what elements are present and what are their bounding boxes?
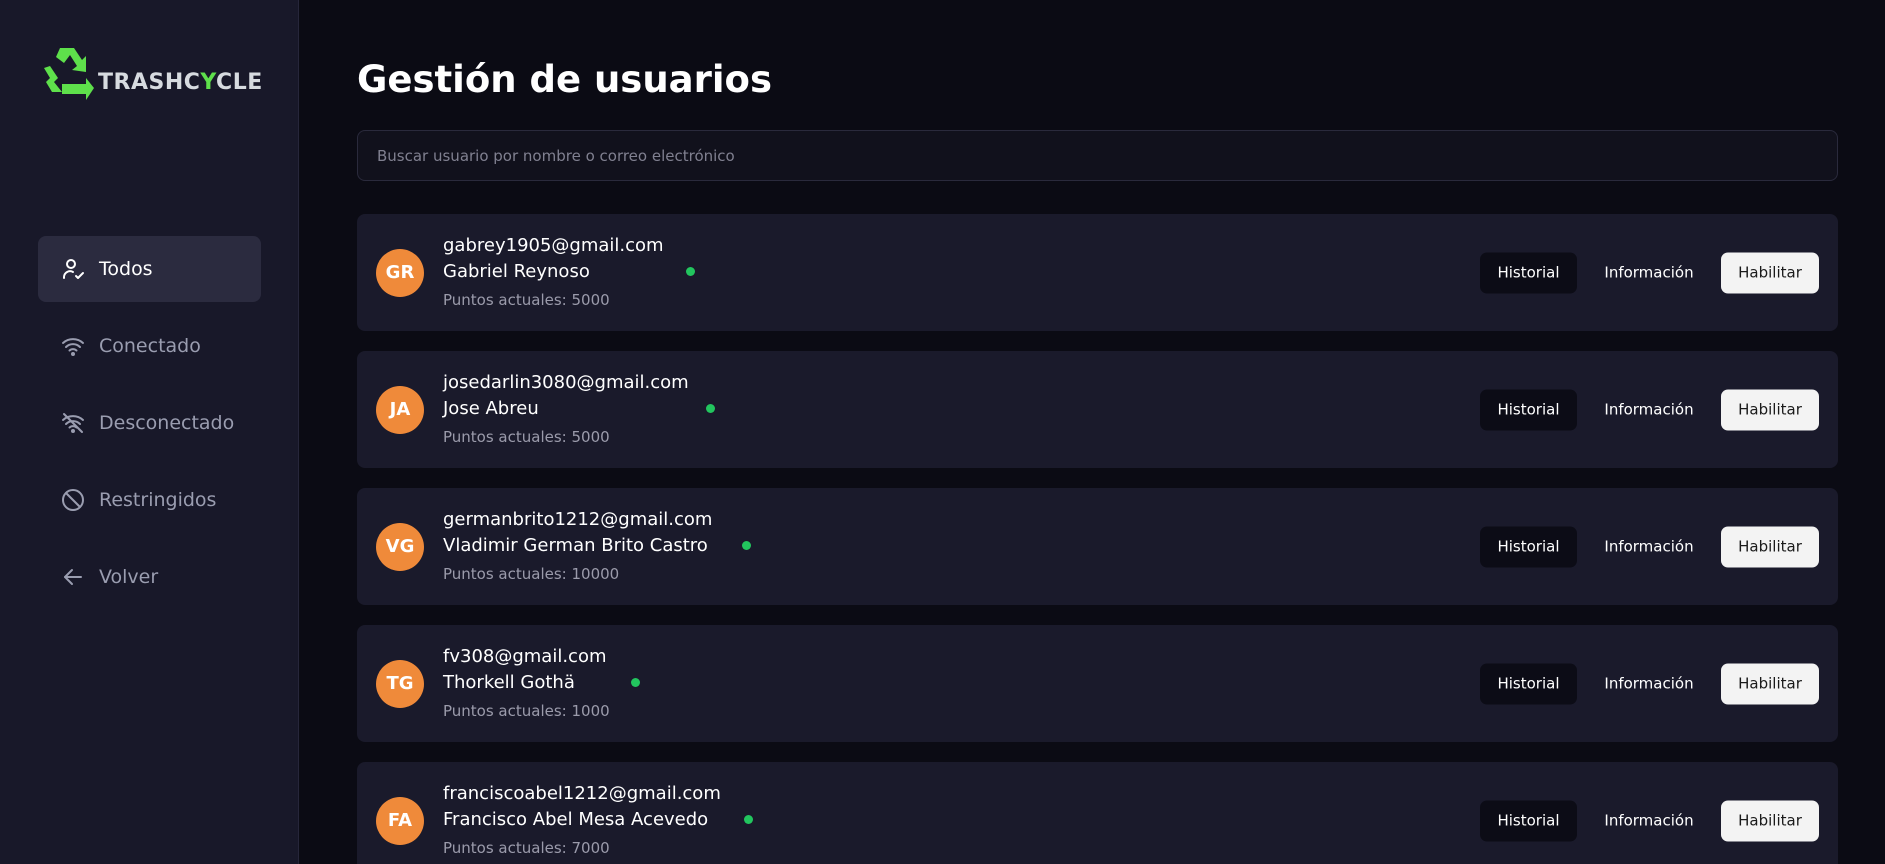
ban-icon — [60, 487, 86, 513]
user-info: germanbrito1212@gmail.com Vladimir Germa… — [443, 507, 751, 587]
app-root: TRASHCYCLE Todos Conectado Desconectado … — [0, 0, 1885, 864]
historial-button[interactable]: Historial — [1480, 526, 1577, 567]
historial-button[interactable]: Historial — [1480, 663, 1577, 704]
arrow-left-icon — [60, 564, 86, 590]
user-name-row: Thorkell Gothä — [443, 670, 640, 696]
user-name-row: Gabriel Reynoso — [443, 259, 695, 285]
user-list: GR gabrey1905@gmail.com Gabriel Reynoso … — [357, 214, 1838, 864]
user-actions: Historial Información Habilitar — [1480, 252, 1819, 293]
user-email: fv308@gmail.com — [443, 645, 607, 667]
user-actions: Historial Información Habilitar — [1480, 663, 1819, 704]
user-actions: Historial Información Habilitar — [1480, 800, 1819, 841]
user-actions: Historial Información Habilitar — [1480, 526, 1819, 567]
online-status-dot — [630, 678, 640, 687]
user-name: Vladimir German Brito Castro — [443, 534, 708, 556]
wifi-icon — [60, 333, 86, 359]
main-content: Gestión de usuarios GR gabrey1905@gmail.… — [299, 0, 1885, 864]
avatar: JA — [376, 385, 424, 434]
informacion-button[interactable]: Información — [1577, 252, 1721, 293]
user-info: gabrey1905@gmail.com Gabriel Reynoso Pun… — [443, 233, 695, 313]
avatar: TG — [376, 659, 424, 708]
habilitar-button[interactable]: Habilitar — [1721, 526, 1819, 567]
user-points: Puntos actuales: 10000 — [443, 564, 620, 583]
user-email: franciscoabel1212@gmail.com — [443, 782, 721, 804]
user-check-icon — [60, 256, 86, 282]
habilitar-button[interactable]: Habilitar — [1721, 800, 1819, 841]
habilitar-button[interactable]: Habilitar — [1721, 389, 1819, 430]
sidebar-item-restringidos[interactable]: Restringidos — [38, 467, 261, 533]
brand-name-accent: Y — [200, 69, 217, 95]
user-card: FA franciscoabel1212@gmail.com Francisco… — [357, 762, 1838, 864]
sidebar-nav: Todos Conectado Desconectado Restringido… — [38, 236, 261, 621]
habilitar-button[interactable]: Habilitar — [1721, 252, 1819, 293]
user-card: GR gabrey1905@gmail.com Gabriel Reynoso … — [357, 214, 1838, 331]
sidebar-item-todos[interactable]: Todos — [38, 236, 261, 302]
online-status-dot — [685, 267, 695, 276]
user-points: Puntos actuales: 5000 — [443, 427, 610, 446]
user-actions: Historial Información Habilitar — [1480, 389, 1819, 430]
historial-button[interactable]: Historial — [1480, 389, 1577, 430]
informacion-button[interactable]: Información — [1577, 800, 1721, 841]
user-name-row: Jose Abreu — [443, 396, 715, 422]
avatar: GR — [376, 248, 424, 297]
user-name: Jose Abreu — [443, 397, 539, 419]
user-card: VG germanbrito1212@gmail.com Vladimir Ge… — [357, 488, 1838, 605]
avatar: FA — [376, 796, 424, 845]
search-input[interactable] — [357, 130, 1838, 181]
user-points: Puntos actuales: 7000 — [443, 838, 610, 857]
historial-button[interactable]: Historial — [1480, 800, 1577, 841]
user-info: franciscoabel1212@gmail.com Francisco Ab… — [443, 781, 754, 861]
sidebar-item-label: Todos — [99, 258, 153, 280]
user-info: josedarlin3080@gmail.com Jose Abreu Punt… — [443, 370, 715, 450]
brand-name-prefix: TRASHC — [98, 69, 201, 95]
user-email: germanbrito1212@gmail.com — [443, 508, 713, 530]
sidebar-item-label: Volver — [99, 566, 159, 588]
avatar: VG — [376, 522, 424, 571]
page-title: Gestión de usuarios — [357, 58, 773, 101]
user-points: Puntos actuales: 5000 — [443, 290, 610, 309]
user-name: Thorkell Gothä — [443, 671, 575, 693]
online-status-dot — [741, 541, 751, 550]
sidebar-item-conectado[interactable]: Conectado — [38, 313, 261, 379]
brand-name-suffix: CLE — [216, 69, 263, 95]
brand-logo[interactable]: TRASHCYCLE — [40, 46, 263, 104]
user-card: JA josedarlin3080@gmail.com Jose Abreu P… — [357, 351, 1838, 468]
user-name-row: Vladimir German Brito Castro — [443, 533, 751, 559]
habilitar-button[interactable]: Habilitar — [1721, 663, 1819, 704]
recycle-icon — [44, 48, 94, 100]
user-info: fv308@gmail.com Thorkell Gothä Puntos ac… — [443, 644, 640, 724]
user-card: TG fv308@gmail.com Thorkell Gothä Puntos… — [357, 625, 1838, 742]
informacion-button[interactable]: Información — [1577, 389, 1721, 430]
sidebar: TRASHCYCLE Todos Conectado Desconectado … — [0, 0, 299, 864]
sidebar-item-volver[interactable]: Volver — [38, 544, 261, 610]
online-status-dot — [744, 815, 754, 824]
user-name-row: Francisco Abel Mesa Acevedo — [443, 807, 754, 833]
user-email: josedarlin3080@gmail.com — [443, 371, 689, 393]
sidebar-item-label: Restringidos — [99, 489, 217, 511]
informacion-button[interactable]: Información — [1577, 663, 1721, 704]
informacion-button[interactable]: Información — [1577, 526, 1721, 567]
user-name: Francisco Abel Mesa Acevedo — [443, 808, 709, 830]
user-points: Puntos actuales: 1000 — [443, 701, 610, 720]
online-status-dot — [705, 404, 715, 413]
wifi-off-icon — [60, 410, 86, 436]
sidebar-item-label: Conectado — [99, 335, 201, 357]
user-name: Gabriel Reynoso — [443, 260, 590, 282]
historial-button[interactable]: Historial — [1480, 252, 1577, 293]
brand-name: TRASHCYCLE — [98, 70, 263, 95]
sidebar-item-label: Desconectado — [99, 412, 235, 434]
user-email: gabrey1905@gmail.com — [443, 234, 664, 256]
sidebar-item-desconectado[interactable]: Desconectado — [38, 390, 261, 456]
